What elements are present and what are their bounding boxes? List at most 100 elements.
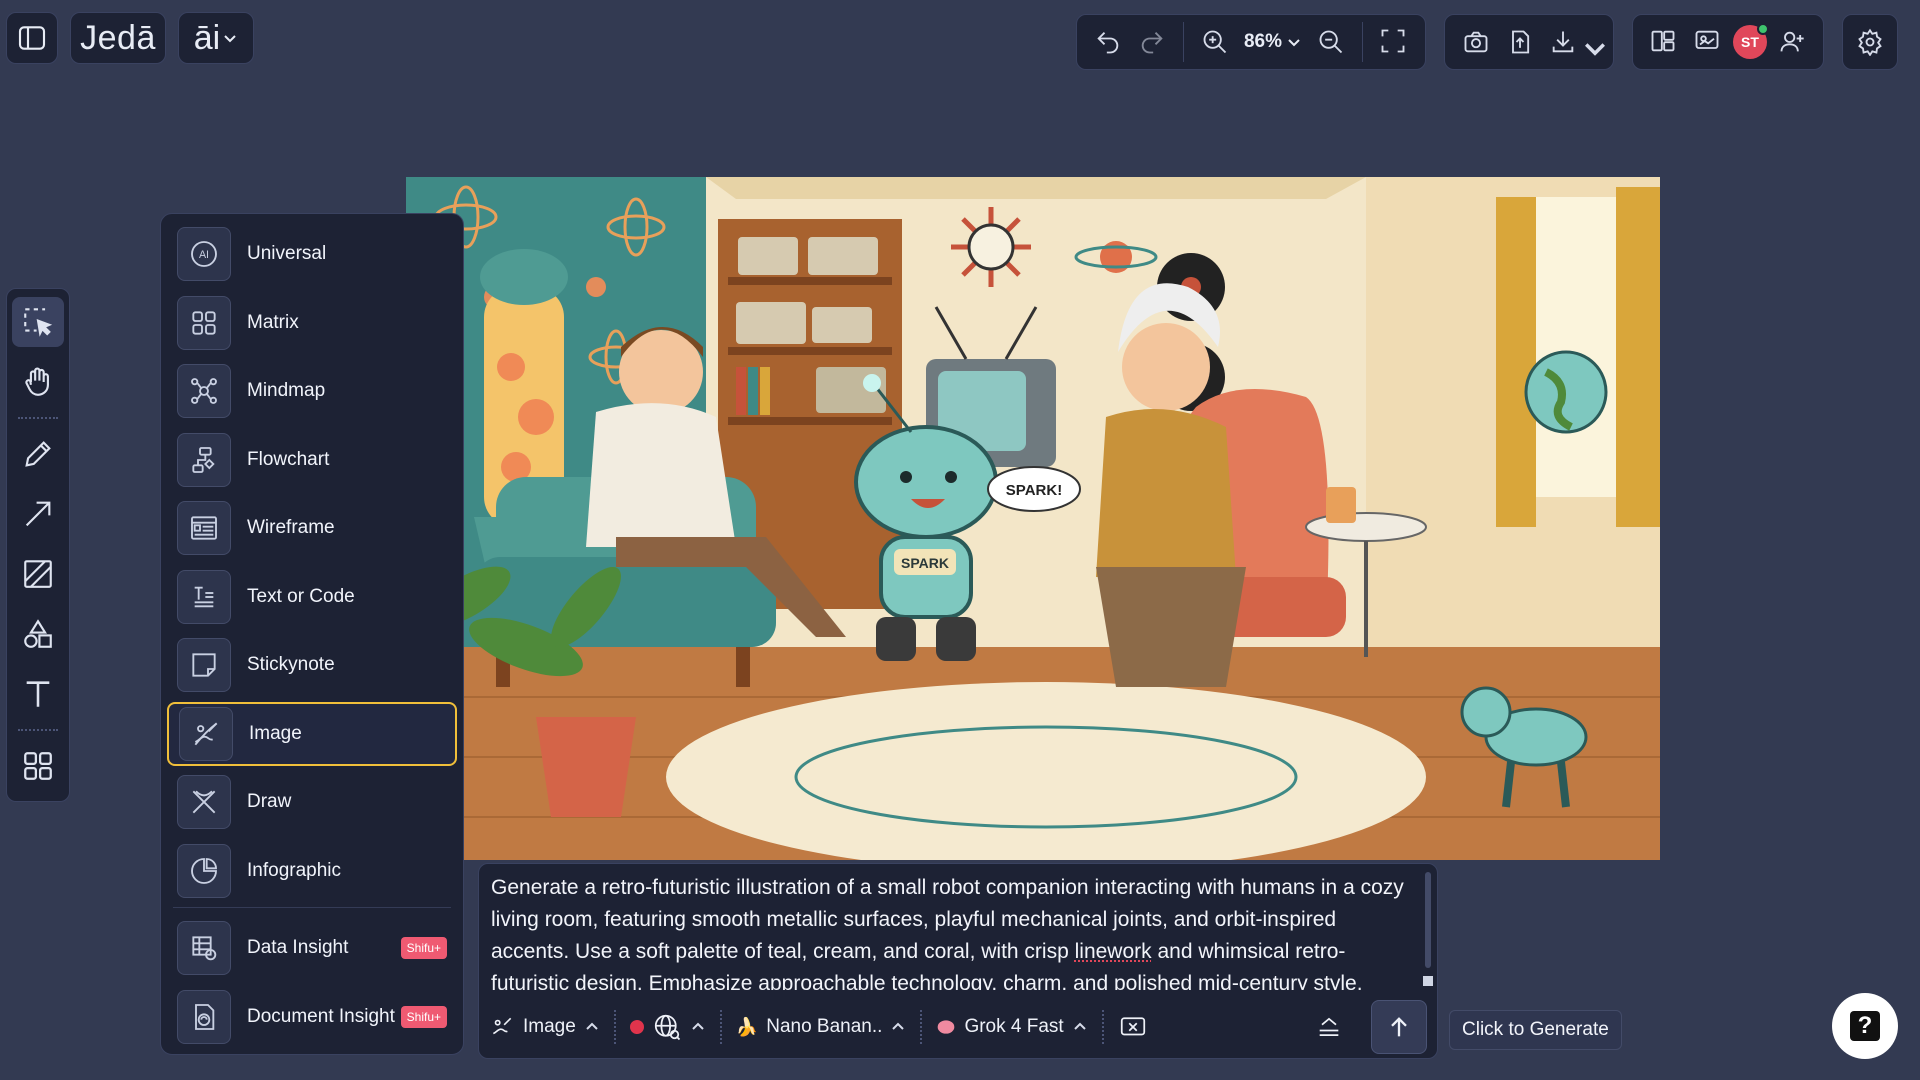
download-icon bbox=[1549, 28, 1577, 56]
pen-tool-button[interactable] bbox=[12, 429, 64, 479]
camera-icon bbox=[1462, 28, 1490, 56]
presentation-button[interactable] bbox=[1689, 23, 1727, 61]
flowchart-icon bbox=[177, 432, 231, 487]
zoom-level: 86% bbox=[1243, 31, 1282, 52]
menu-item-label: Data Insight bbox=[247, 937, 349, 958]
image-brush-icon bbox=[489, 1014, 515, 1040]
arrow-up-icon bbox=[1385, 1013, 1413, 1041]
retro-living-room-illustration: SPARK SPARK! bbox=[406, 177, 1660, 860]
toolbar-divider bbox=[1182, 22, 1184, 62]
download-button[interactable] bbox=[1545, 23, 1605, 61]
menu-item-universal[interactable]: AI Universal bbox=[167, 222, 457, 286]
shapes-icon bbox=[21, 617, 55, 651]
menu-item-draw[interactable]: Draw bbox=[167, 770, 457, 834]
prompt-scrollbar[interactable] bbox=[1425, 872, 1431, 968]
menu-item-wireframe[interactable]: Wireframe bbox=[167, 496, 457, 560]
menu-item-label: Wireframe bbox=[247, 517, 335, 538]
menu-item-stickynote[interactable]: Stickynote bbox=[167, 633, 457, 697]
premium-badge: Shifu+ bbox=[400, 937, 447, 959]
frame-tool-button[interactable] bbox=[12, 549, 64, 599]
generate-button[interactable] bbox=[1371, 1000, 1427, 1054]
menu-item-label: Universal bbox=[247, 243, 327, 264]
zoom-level-dropdown[interactable]: 86% bbox=[1240, 31, 1306, 53]
stickynote-icon bbox=[177, 638, 231, 692]
clear-context-button[interactable] bbox=[1118, 1012, 1148, 1042]
pencil-icon bbox=[21, 437, 55, 471]
online-status-dot bbox=[1757, 23, 1769, 35]
chevron-down-icon bbox=[1286, 34, 1302, 50]
ai-chip-icon: AI bbox=[177, 227, 231, 281]
zoom-out-button[interactable] bbox=[1312, 23, 1350, 61]
shapes-tool-button[interactable] bbox=[12, 609, 64, 659]
hand-tool-button[interactable] bbox=[12, 357, 64, 407]
style-selector[interactable] bbox=[629, 1012, 706, 1042]
more-tools-button[interactable] bbox=[12, 741, 64, 791]
web-search-icon bbox=[652, 1012, 682, 1042]
add-user-button[interactable] bbox=[1773, 23, 1811, 61]
undo-button[interactable] bbox=[1089, 23, 1127, 61]
ai-generation-menu: AI Universal Matrix Mindmap Flowchart Wi… bbox=[160, 213, 464, 1055]
text-model-label: Grok 4 Fast bbox=[964, 1016, 1064, 1037]
apps-grid-icon bbox=[21, 749, 55, 783]
ai-menu-toggle[interactable]: āi bbox=[178, 12, 254, 64]
image-brush-icon bbox=[179, 706, 233, 761]
resize-handle[interactable] bbox=[1423, 976, 1433, 986]
menu-item-data-insight[interactable]: Data Insight Shifu+ bbox=[167, 916, 457, 980]
mode-label: Image bbox=[523, 1016, 576, 1037]
spellcheck-word: linework bbox=[1074, 940, 1152, 963]
frame-icon bbox=[21, 557, 55, 591]
speech-bubble-text: SPARK! bbox=[1006, 482, 1062, 499]
menu-item-text-or-code[interactable]: Text or Code bbox=[167, 565, 457, 629]
select-tool-button[interactable] bbox=[12, 297, 64, 347]
text-tool-button[interactable] bbox=[12, 669, 64, 719]
redo-icon bbox=[1138, 28, 1166, 56]
redo-button[interactable] bbox=[1133, 23, 1171, 61]
menu-item-label: Stickynote bbox=[247, 654, 335, 675]
sidebar-panel-icon bbox=[16, 22, 48, 54]
document-insight-icon bbox=[177, 989, 231, 1044]
fit-screen-button[interactable] bbox=[1375, 23, 1413, 61]
presentation-icon bbox=[1693, 27, 1723, 57]
menu-item-matrix[interactable]: Matrix bbox=[167, 291, 457, 355]
help-button[interactable]: ? bbox=[1832, 993, 1898, 1059]
menu-item-infographic[interactable]: Infographic bbox=[167, 839, 457, 903]
chevron-up-icon bbox=[690, 1019, 706, 1035]
menu-item-mindmap[interactable]: Mindmap bbox=[167, 359, 457, 423]
fullscreen-icon bbox=[1379, 27, 1409, 57]
layout-panels-icon bbox=[1649, 27, 1679, 57]
add-user-icon bbox=[1778, 28, 1806, 56]
zoom-in-button[interactable] bbox=[1196, 23, 1234, 61]
menu-item-flowchart[interactable]: Flowchart bbox=[167, 428, 457, 492]
layout-button[interactable] bbox=[1645, 23, 1683, 61]
menu-item-image[interactable]: Image bbox=[167, 701, 457, 766]
text-model-selector[interactable]: Grok 4 Fast bbox=[936, 1016, 1087, 1038]
upload-button[interactable] bbox=[1501, 23, 1539, 61]
sidebar-toggle-button[interactable] bbox=[6, 12, 58, 64]
chevron-up-icon bbox=[584, 1019, 600, 1035]
menu-item-label: Flowchart bbox=[247, 448, 330, 470]
generate-tooltip: Click to Generate bbox=[1449, 1010, 1622, 1050]
settings-group bbox=[1842, 14, 1898, 70]
bar-divider bbox=[1101, 1010, 1104, 1044]
chevron-up-icon bbox=[890, 1019, 906, 1035]
collapse-button[interactable] bbox=[1315, 1013, 1343, 1041]
menu-item-label: Infographic bbox=[247, 859, 342, 881]
menu-item-label: Image bbox=[249, 722, 302, 744]
brain-icon bbox=[936, 1017, 956, 1037]
settings-button[interactable] bbox=[1851, 23, 1889, 61]
screenshot-button[interactable] bbox=[1457, 23, 1495, 61]
image-model-selector[interactable]: 🍌 Nano Banan.. bbox=[736, 1016, 907, 1038]
mode-selector[interactable]: Image bbox=[489, 1014, 600, 1040]
premium-badge: Shifu+ bbox=[400, 1005, 447, 1028]
infographic-icon bbox=[177, 843, 231, 898]
generated-image[interactable]: SPARK SPARK! bbox=[406, 177, 1660, 860]
arrow-tool-button[interactable] bbox=[12, 489, 64, 539]
prompt-textarea[interactable]: Generate a retro-futuristic illustration… bbox=[491, 872, 1411, 990]
avatar[interactable]: ST bbox=[1733, 23, 1769, 59]
chevron-down-icon bbox=[222, 30, 238, 46]
history-zoom-group: 86% bbox=[1075, 14, 1426, 70]
chevron-down-icon bbox=[1581, 34, 1605, 56]
upload-file-icon bbox=[1506, 28, 1534, 56]
menu-item-document-insight[interactable]: Document Insight Shifu+ bbox=[167, 985, 457, 1049]
app-logo[interactable]: Jedā bbox=[70, 12, 166, 64]
